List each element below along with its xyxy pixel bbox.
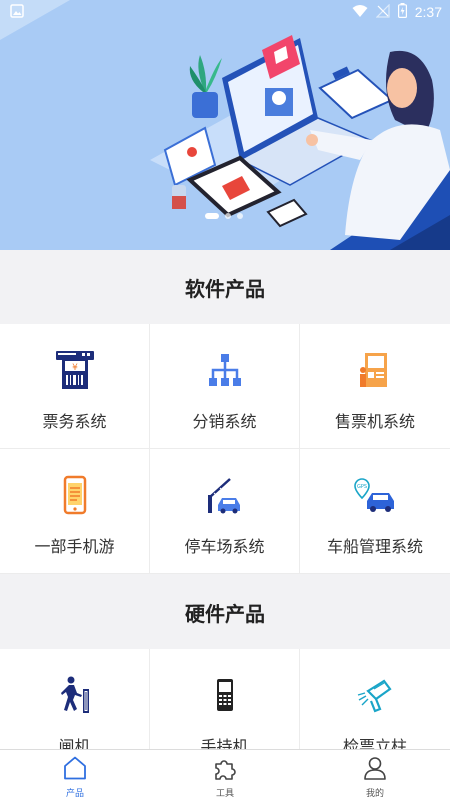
product-ticket-machine[interactable]: 售票机系统 xyxy=(300,324,450,449)
no-signal-icon xyxy=(375,3,390,22)
ticket-machine-icon xyxy=(353,348,397,392)
product-label: 停车场系统 xyxy=(184,537,265,556)
tab-label: 我的 xyxy=(365,789,384,799)
gallery-icon xyxy=(10,3,24,22)
product-label: 车船管理系统 xyxy=(326,537,423,556)
tab-label: 工具 xyxy=(215,789,234,799)
status-bar: 2:37 xyxy=(0,0,450,24)
product-mobile-travel[interactable]: 一部手机游 xyxy=(0,449,150,574)
distribution-icon xyxy=(203,348,247,392)
vehicle-gps-icon: GPS xyxy=(353,473,397,517)
parking-icon xyxy=(203,473,247,517)
product-label: 票务系统 xyxy=(42,412,107,431)
tab-tools[interactable]: 工具 xyxy=(150,750,300,800)
carousel-indicator xyxy=(205,213,243,219)
product-label: 一部手机游 xyxy=(34,537,115,556)
product-parking[interactable]: 停车场系统 xyxy=(150,449,300,574)
product-label: 售票机系统 xyxy=(334,412,415,431)
carousel-dot[interactable] xyxy=(237,213,243,219)
mobile-travel-icon xyxy=(53,473,97,517)
ticket-system-icon: ¥ xyxy=(53,348,97,392)
product-ticket-system[interactable]: ¥ 票务系统 xyxy=(0,324,150,449)
tab-products[interactable]: 产品 xyxy=(0,750,150,800)
product-distribution[interactable]: 分销系统 xyxy=(150,324,300,449)
user-icon xyxy=(362,755,388,785)
handheld-icon xyxy=(203,673,247,717)
tab-label: 产品 xyxy=(65,789,84,799)
home-icon xyxy=(62,755,88,785)
svg-text:GPS: GPS xyxy=(357,484,367,490)
carousel-dot-active[interactable] xyxy=(205,213,219,219)
product-label: 分销系统 xyxy=(192,412,257,431)
software-section-title: 软件产品 xyxy=(0,250,450,324)
scanner-pillar-icon xyxy=(353,673,397,717)
hardware-section-title: 硬件产品 xyxy=(0,575,450,649)
bottom-tab-bar: 产品 工具 我的 xyxy=(0,749,450,800)
tab-mine[interactable]: 我的 xyxy=(300,750,450,800)
puzzle-icon xyxy=(212,755,238,785)
status-time: 2:37 xyxy=(414,4,442,20)
carousel-dot[interactable] xyxy=(225,213,231,219)
software-grid: ¥ 票务系统 分销系统 售票机系统 一部手机游 停车场系统 GPS 车船管理系统 xyxy=(0,324,450,574)
product-vehicle-management[interactable]: GPS 车船管理系统 xyxy=(300,449,450,574)
wifi-icon xyxy=(352,3,368,22)
banner-carousel[interactable] xyxy=(0,0,450,250)
battery-icon xyxy=(397,2,407,22)
svg-text:¥: ¥ xyxy=(72,363,78,373)
turnstile-icon xyxy=(53,673,97,717)
